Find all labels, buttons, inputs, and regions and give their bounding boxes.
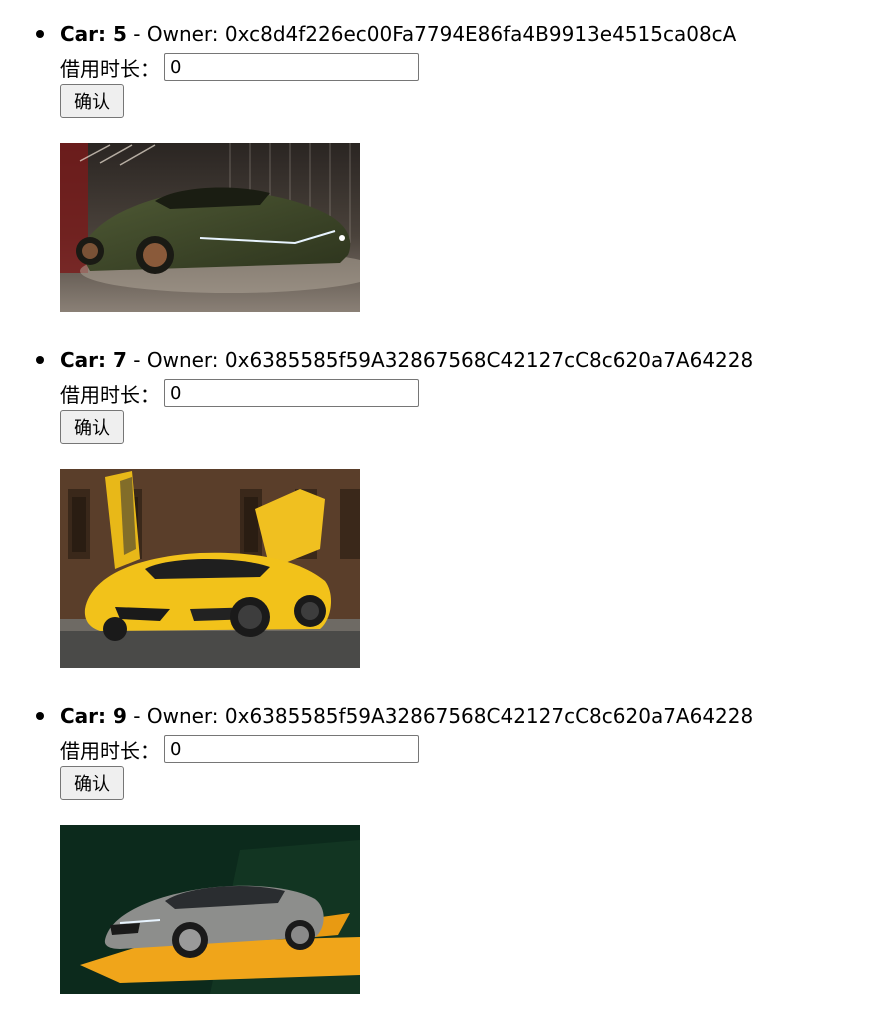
confirm-button[interactable]: 确认 [60, 766, 124, 800]
duration-input[interactable] [164, 379, 419, 407]
list-bullet [36, 712, 44, 720]
duration-input[interactable] [164, 735, 419, 763]
duration-label: 借用时长： [60, 738, 160, 763]
car-id-label: Car: 5 [60, 22, 127, 46]
duration-row: 借用时长： [60, 377, 419, 409]
car-id-label: Car: 7 [60, 348, 127, 372]
car-title: Car: 5 - Owner: 0xc8d4f226ec00Fa7794E86f… [60, 21, 736, 47]
duration-row: 借用时长： [60, 51, 419, 83]
confirm-button[interactable]: 确认 [60, 84, 124, 118]
car-owner: - Owner: 0x6385585f59A32867568C42127cC8c… [126, 348, 754, 372]
car-title: Car: 7 - Owner: 0x6385585f59A32867568C42… [60, 347, 753, 373]
car-photo [60, 825, 360, 994]
list-bullet [36, 30, 44, 38]
confirm-button[interactable]: 确认 [60, 410, 124, 444]
car-id-label: Car: 9 [60, 704, 127, 728]
duration-input[interactable] [164, 53, 419, 81]
duration-label: 借用时长： [60, 382, 160, 407]
duration-label: 借用时长： [60, 56, 160, 81]
car-owner: - Owner: 0x6385585f59A32867568C42127cC8c… [126, 704, 754, 728]
list-bullet [36, 356, 44, 364]
car-photo [60, 469, 360, 668]
duration-row: 借用时长： [60, 733, 419, 765]
car-photo [60, 143, 360, 312]
car-owner: - Owner: 0xc8d4f226ec00Fa7794E86fa4B9913… [126, 22, 737, 46]
car-title: Car: 9 - Owner: 0x6385585f59A32867568C42… [60, 703, 753, 729]
